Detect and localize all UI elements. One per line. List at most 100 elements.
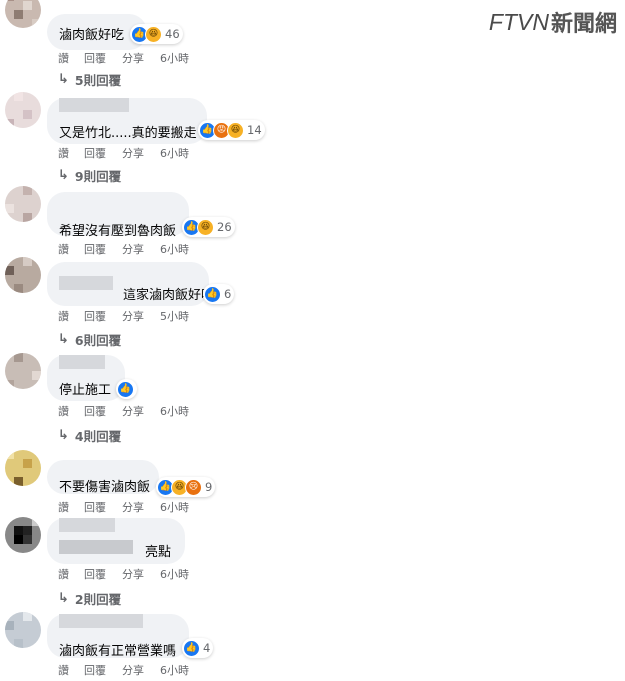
timestamp[interactable]: 6小時 xyxy=(160,566,189,582)
timestamp[interactable]: 6小時 xyxy=(160,241,189,257)
reply-link[interactable]: 回覆 xyxy=(84,145,122,161)
comment-bubble: 滷肉飯有正常營業嗎 xyxy=(47,614,189,659)
avatar[interactable] xyxy=(5,353,41,389)
comment-actions: 讚 回覆 分享 6小時 xyxy=(58,241,189,257)
comment-text: 停止施工 xyxy=(59,383,112,398)
comment-actions: 讚 回覆 分享 6小時 xyxy=(58,566,189,582)
comment-bubble: 不要傷害滷肉飯 xyxy=(47,460,159,495)
reply-arrow-icon: ↳ xyxy=(58,332,69,347)
view-replies-link[interactable]: ↳ 5則回覆 xyxy=(58,70,121,89)
reaction-summary[interactable]: 👍 xyxy=(116,379,137,399)
reply-arrow-icon: ↳ xyxy=(58,168,69,183)
like-link[interactable]: 讚 xyxy=(58,662,84,678)
replies-count: 5則回覆 xyxy=(74,73,122,88)
comment-text: 這家滷肉飯好吃 xyxy=(123,288,215,303)
reaction-count: 6 xyxy=(224,287,232,301)
share-link[interactable]: 分享 xyxy=(122,662,160,678)
reply-arrow-icon: ↳ xyxy=(58,72,69,87)
reply-link[interactable]: 回覆 xyxy=(84,308,122,324)
view-replies-link[interactable]: ↳ 4則回覆 xyxy=(58,426,121,445)
reply-link[interactable]: 回覆 xyxy=(84,662,122,678)
comment-actions: 讚 回覆 分享 6小時 xyxy=(58,662,189,678)
share-link[interactable]: 分享 xyxy=(122,403,160,419)
avatar[interactable] xyxy=(5,450,41,486)
timestamp[interactable]: 6小時 xyxy=(160,50,189,66)
logo-name: 新聞網 xyxy=(550,11,617,36)
haha-reaction-icon: 😆 xyxy=(145,25,162,43)
reaction-summary[interactable]: 👍 😆 26 xyxy=(182,217,235,237)
reaction-summary[interactable]: 👍 😆 😢 9 xyxy=(156,477,216,497)
timestamp[interactable]: 6小時 xyxy=(160,403,189,419)
view-replies-link[interactable]: ↳ 6則回覆 xyxy=(58,330,121,349)
like-link[interactable]: 讚 xyxy=(58,403,84,419)
reaction-count: 26 xyxy=(217,220,232,234)
like-link[interactable]: 讚 xyxy=(58,308,84,324)
like-link[interactable]: 讚 xyxy=(58,241,84,257)
timestamp[interactable]: 6小時 xyxy=(160,145,189,161)
share-link[interactable]: 分享 xyxy=(122,50,160,66)
view-replies-link[interactable]: ↳ 2則回覆 xyxy=(58,589,121,608)
reaction-summary[interactable]: 👍 😆 46 xyxy=(130,24,183,44)
like-link[interactable]: 讚 xyxy=(58,145,84,161)
like-link[interactable]: 讚 xyxy=(58,499,84,515)
avatar[interactable] xyxy=(5,612,41,648)
reply-link[interactable]: 回覆 xyxy=(84,50,122,66)
comment-text: 滷肉飯好吃 xyxy=(59,28,125,43)
sad-reaction-icon: 😢 xyxy=(185,478,202,496)
replies-count: 6則回覆 xyxy=(74,333,122,348)
blurred-name xyxy=(59,355,105,369)
reply-link[interactable]: 回覆 xyxy=(84,566,122,582)
blurred-name xyxy=(59,98,129,112)
replies-count: 4則回覆 xyxy=(74,429,122,444)
blurred-text xyxy=(59,540,133,554)
avatar[interactable] xyxy=(5,257,41,293)
haha-reaction-icon: 😆 xyxy=(227,121,244,139)
comment-text: 希望沒有壓到魯肉飯 xyxy=(59,224,177,239)
like-link[interactable]: 讚 xyxy=(58,50,84,66)
comment-actions: 讚 回覆 分享 6小時 xyxy=(58,403,189,419)
comment-actions: 讚 回覆 分享 6小時 xyxy=(58,50,189,66)
share-link[interactable]: 分享 xyxy=(122,566,160,582)
share-link[interactable]: 分享 xyxy=(122,145,160,161)
reaction-summary[interactable]: 👍 6 xyxy=(203,284,235,304)
avatar[interactable] xyxy=(5,186,41,222)
logo-brand: FTVN xyxy=(488,8,549,35)
like-link[interactable]: 讚 xyxy=(58,566,84,582)
reaction-summary[interactable]: 👍 4 xyxy=(182,638,214,658)
reaction-count: 9 xyxy=(205,480,213,494)
avatar[interactable] xyxy=(5,92,41,128)
like-reaction-icon: 👍 xyxy=(117,380,134,398)
comment-text: 又是竹北.....真的要搬走 xyxy=(59,126,197,141)
timestamp[interactable]: 5小時 xyxy=(160,308,189,324)
comment-bubble: 又是竹北.....真的要搬走 xyxy=(47,98,207,144)
share-link[interactable]: 分享 xyxy=(122,241,160,257)
comment-actions: 讚 回覆 分享 6小時 xyxy=(58,499,189,515)
reply-link[interactable]: 回覆 xyxy=(84,499,122,515)
ftvn-logo: FTVN 新聞網 xyxy=(489,6,617,38)
blurred-name xyxy=(59,518,115,532)
replies-count: 9則回覆 xyxy=(74,169,122,184)
blurred-name xyxy=(59,614,143,628)
share-link[interactable]: 分享 xyxy=(122,499,160,515)
comment-text: 亮點 xyxy=(145,545,172,560)
share-link[interactable]: 分享 xyxy=(122,308,160,324)
like-reaction-icon: 👍 xyxy=(183,639,200,657)
reaction-count: 4 xyxy=(203,641,211,655)
reply-arrow-icon: ↳ xyxy=(58,591,69,606)
reaction-summary[interactable]: 👍 😡 😆 14 xyxy=(198,120,265,140)
reply-arrow-icon: ↳ xyxy=(58,428,69,443)
timestamp[interactable]: 6小時 xyxy=(160,662,189,678)
timestamp[interactable]: 6小時 xyxy=(160,499,189,515)
comment-actions: 讚 回覆 分享 6小時 xyxy=(58,145,189,161)
comment-actions: 讚 回覆 分享 5小時 xyxy=(58,308,189,324)
reaction-count: 14 xyxy=(247,123,262,137)
avatar[interactable] xyxy=(5,0,41,28)
avatar[interactable] xyxy=(5,517,41,553)
comment-bubble: 這家滷肉飯好吃 xyxy=(47,262,214,306)
haha-reaction-icon: 😆 xyxy=(197,218,214,236)
replies-count: 2則回覆 xyxy=(74,592,122,607)
reply-link[interactable]: 回覆 xyxy=(84,241,122,257)
comment-text: 不要傷害滷肉飯 xyxy=(59,480,151,495)
reply-link[interactable]: 回覆 xyxy=(84,403,122,419)
view-replies-link[interactable]: ↳ 9則回覆 xyxy=(58,166,121,185)
